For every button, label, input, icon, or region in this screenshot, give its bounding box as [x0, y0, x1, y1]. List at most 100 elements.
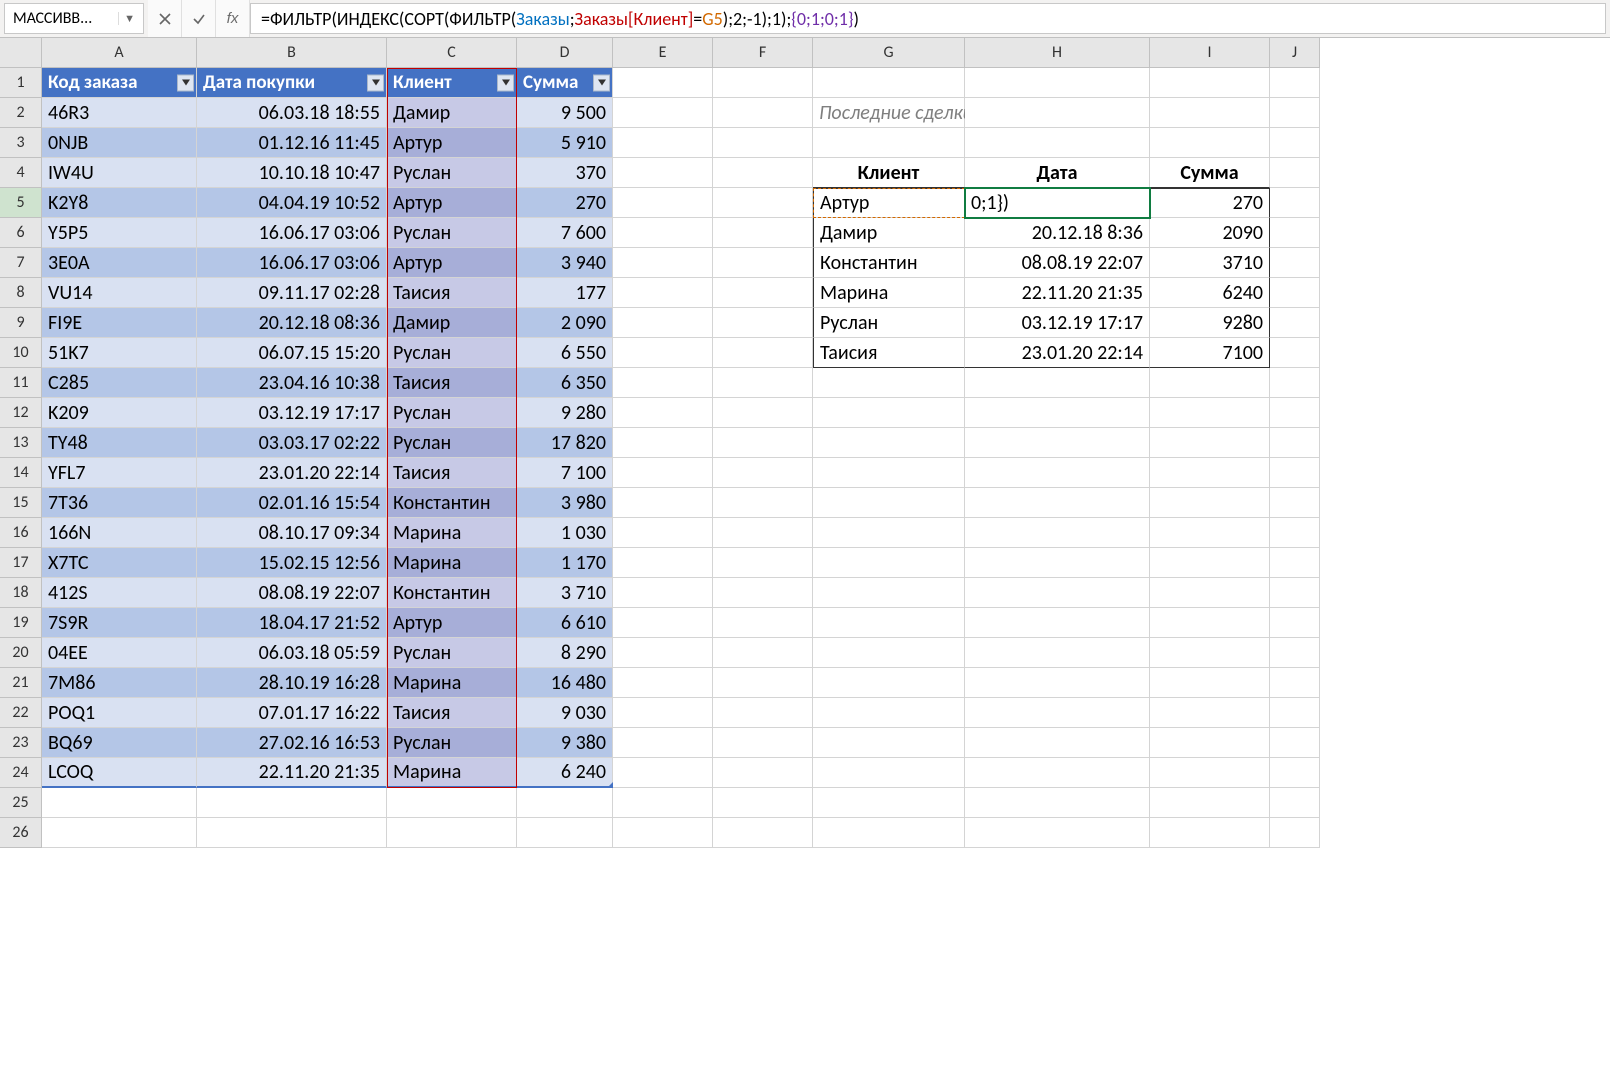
- cell[interactable]: [1150, 368, 1270, 398]
- column-header[interactable]: A: [42, 38, 197, 68]
- cell[interactable]: 7T36: [42, 488, 197, 518]
- cell[interactable]: [813, 458, 965, 488]
- cell[interactable]: [713, 518, 813, 548]
- row-header[interactable]: 13: [0, 428, 42, 458]
- editing-cell[interactable]: 0;1}): [965, 188, 1150, 218]
- cell[interactable]: 07.01.17 16:22: [197, 698, 387, 728]
- cell[interactable]: [1150, 518, 1270, 548]
- cell[interactable]: [1270, 698, 1320, 728]
- row-header[interactable]: 1: [0, 68, 42, 98]
- cell[interactable]: 23.04.16 10:38: [197, 368, 387, 398]
- cell[interactable]: [713, 818, 813, 848]
- cell[interactable]: 3E0A: [42, 248, 197, 278]
- cell[interactable]: [965, 518, 1150, 548]
- cell[interactable]: [1150, 668, 1270, 698]
- cell[interactable]: Руслан: [387, 158, 517, 188]
- cell[interactable]: [713, 548, 813, 578]
- summary-client[interactable]: Дамир: [813, 218, 965, 248]
- cell[interactable]: [517, 788, 613, 818]
- cell[interactable]: [613, 578, 713, 608]
- cell[interactable]: Руслан: [387, 398, 517, 428]
- row-header[interactable]: 24: [0, 758, 42, 788]
- cell[interactable]: 20.12.18 08:36: [197, 308, 387, 338]
- cell[interactable]: [613, 338, 713, 368]
- summary-date[interactable]: 22.11.20 21:35: [965, 278, 1150, 308]
- cell[interactable]: [613, 548, 713, 578]
- row-header[interactable]: 11: [0, 368, 42, 398]
- cell[interactable]: [813, 698, 965, 728]
- cell[interactable]: [713, 278, 813, 308]
- cell[interactable]: [713, 668, 813, 698]
- cell[interactable]: [713, 638, 813, 668]
- cell[interactable]: 18.04.17 21:52: [197, 608, 387, 638]
- cell[interactable]: [965, 608, 1150, 638]
- row-header[interactable]: 17: [0, 548, 42, 578]
- cell[interactable]: [613, 158, 713, 188]
- summary-client[interactable]: Марина: [813, 278, 965, 308]
- cell[interactable]: [813, 548, 965, 578]
- row-header[interactable]: 4: [0, 158, 42, 188]
- cell[interactable]: [42, 818, 197, 848]
- summary-date[interactable]: 23.01.20 22:14: [965, 338, 1150, 368]
- cell[interactable]: VU14: [42, 278, 197, 308]
- cell[interactable]: [965, 68, 1150, 98]
- cell[interactable]: [1270, 338, 1320, 368]
- cell[interactable]: [713, 788, 813, 818]
- cell[interactable]: [813, 608, 965, 638]
- cell[interactable]: [813, 428, 965, 458]
- cell[interactable]: [613, 728, 713, 758]
- cell[interactable]: 06.07.15 15:20: [197, 338, 387, 368]
- cell[interactable]: [613, 818, 713, 848]
- cell[interactable]: 9 280: [517, 398, 613, 428]
- cell[interactable]: [1270, 188, 1320, 218]
- cell[interactable]: [613, 188, 713, 218]
- cell[interactable]: [1270, 278, 1320, 308]
- cell[interactable]: [813, 68, 965, 98]
- cell[interactable]: [1270, 818, 1320, 848]
- cell[interactable]: 22.11.20 21:35: [197, 758, 387, 788]
- cell[interactable]: Артур: [387, 248, 517, 278]
- cell[interactable]: [1150, 458, 1270, 488]
- cell[interactable]: 9 500: [517, 98, 613, 128]
- column-header[interactable]: B: [197, 38, 387, 68]
- cell[interactable]: Таисия: [387, 458, 517, 488]
- cell[interactable]: POQ1: [42, 698, 197, 728]
- cell[interactable]: 9 030: [517, 698, 613, 728]
- cell[interactable]: 177: [517, 278, 613, 308]
- cell[interactable]: [813, 728, 965, 758]
- cell[interactable]: Константин: [387, 488, 517, 518]
- summary-sum[interactable]: 9280: [1150, 308, 1270, 338]
- cell[interactable]: Руслан: [387, 638, 517, 668]
- cell[interactable]: Марина: [387, 758, 517, 788]
- cell[interactable]: 04.04.19 10:52: [197, 188, 387, 218]
- cell[interactable]: Руслан: [387, 428, 517, 458]
- cell[interactable]: [713, 728, 813, 758]
- cell[interactable]: [1150, 788, 1270, 818]
- cell[interactable]: [1270, 608, 1320, 638]
- cell[interactable]: 04EE: [42, 638, 197, 668]
- row-header[interactable]: 26: [0, 818, 42, 848]
- cell[interactable]: [713, 368, 813, 398]
- cell[interactable]: [1270, 98, 1320, 128]
- cell[interactable]: 16.06.17 03:06: [197, 248, 387, 278]
- cell[interactable]: YFL7: [42, 458, 197, 488]
- cell[interactable]: 8 290: [517, 638, 613, 668]
- column-header[interactable]: E: [613, 38, 713, 68]
- cell[interactable]: [1270, 518, 1320, 548]
- cell[interactable]: [1150, 638, 1270, 668]
- cell[interactable]: [1150, 758, 1270, 788]
- cell[interactable]: [1150, 98, 1270, 128]
- row-header[interactable]: 15: [0, 488, 42, 518]
- row-header[interactable]: 3: [0, 128, 42, 158]
- cell[interactable]: [1150, 398, 1270, 428]
- cell[interactable]: [713, 698, 813, 728]
- cell[interactable]: 08.10.17 09:34: [197, 518, 387, 548]
- cell[interactable]: [965, 728, 1150, 758]
- formula-confirm-button[interactable]: [182, 0, 216, 37]
- cell[interactable]: [713, 218, 813, 248]
- cell[interactable]: 16 480: [517, 668, 613, 698]
- cell[interactable]: [1270, 248, 1320, 278]
- cell[interactable]: 03.03.17 02:22: [197, 428, 387, 458]
- cell[interactable]: 3 710: [517, 578, 613, 608]
- cell[interactable]: [613, 758, 713, 788]
